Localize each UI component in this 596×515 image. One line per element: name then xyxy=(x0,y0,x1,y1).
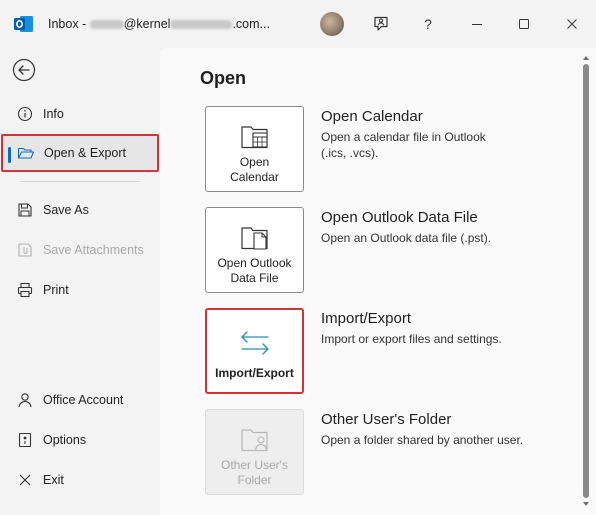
folder-open-icon xyxy=(17,144,35,162)
redacted-domain xyxy=(170,20,233,30)
card-label: Import/Export xyxy=(215,366,294,380)
close-icon xyxy=(567,19,577,29)
sidebar-item-save-attachments: Save Attachments xyxy=(0,231,160,269)
sidebar-item-label: Save Attachments xyxy=(43,243,144,257)
card-label-line1: Open xyxy=(239,155,270,169)
help-button[interactable]: ? xyxy=(416,12,440,36)
maximize-button[interactable] xyxy=(512,12,536,36)
scroll-down-arrow-icon[interactable] xyxy=(582,500,590,508)
window-title: Inbox - @kernel .com... xyxy=(48,17,270,31)
printer-icon xyxy=(16,281,34,299)
data-file-folder-icon xyxy=(240,227,268,250)
import-export-description: Import/Export Import or export files and… xyxy=(321,310,581,347)
import-export-button[interactable]: Import/Export xyxy=(205,308,304,394)
option-desc-line2: (.ics, .vcs). xyxy=(321,146,379,160)
selection-indicator xyxy=(8,147,11,163)
option-desc-line1: Open a calendar file in Outlook xyxy=(321,130,486,144)
calendar-folder-icon xyxy=(240,126,268,149)
sidebar-item-open-export[interactable]: Open & Export xyxy=(1,134,159,172)
vertical-scrollbar[interactable] xyxy=(580,52,592,510)
card-label-line1: Other User's xyxy=(221,458,288,472)
sidebar-item-info[interactable]: Info xyxy=(0,95,160,133)
shared-folder-icon xyxy=(240,429,268,452)
scrollbar-thumb[interactable] xyxy=(583,64,589,498)
title-suffix: .com... xyxy=(232,17,270,31)
card-label: Open Calendar xyxy=(230,155,279,185)
options-icon xyxy=(16,431,34,449)
back-arrow-icon[interactable] xyxy=(12,58,36,82)
option-title: Import/Export xyxy=(321,310,412,327)
sidebar-item-label: Open & Export xyxy=(44,146,126,160)
page-title: Open xyxy=(200,68,247,88)
sidebar-item-label: Office Account xyxy=(43,393,124,407)
sidebar-item-options[interactable]: Options xyxy=(0,421,160,459)
exit-icon xyxy=(16,471,34,489)
title-prefix: Inbox - xyxy=(48,17,90,31)
card-label-line1: Open Outlook xyxy=(217,256,292,270)
save-as-icon xyxy=(16,201,34,219)
option-title: Other User's Folder xyxy=(321,411,452,428)
open-outlook-data-file-button[interactable]: Open Outlook Data File xyxy=(205,207,304,293)
sidebar-item-exit[interactable]: Exit xyxy=(0,461,160,499)
minimize-button[interactable] xyxy=(465,12,489,36)
redacted-username xyxy=(89,20,124,30)
save-attachments-icon xyxy=(16,241,34,259)
outlook-logo-icon xyxy=(14,16,33,32)
feedback-button[interactable] xyxy=(369,12,393,36)
sidebar-item-label: Exit xyxy=(43,473,64,487)
other-users-folder-button: Other User's Folder xyxy=(205,409,304,495)
sidebar-item-print[interactable]: Print xyxy=(0,271,160,309)
scroll-up-arrow-icon[interactable] xyxy=(582,54,590,62)
card-label-line2: Calendar xyxy=(230,170,279,184)
option-desc-line1: Import or export files and settings. xyxy=(321,332,502,346)
title-domain: @kernel xyxy=(123,17,171,31)
card-label-line2: Folder xyxy=(237,473,272,487)
sidebar-item-label: Print xyxy=(43,283,69,297)
sidebar-item-label: Save As xyxy=(43,203,89,217)
open-outlook-data-file-description: Open Outlook Data File Open an Outlook d… xyxy=(321,209,581,246)
option-title: Open Calendar xyxy=(321,108,423,125)
sidebar-item-label: Options xyxy=(43,433,87,447)
info-icon xyxy=(16,105,34,123)
card-label: Other User's Folder xyxy=(221,458,288,488)
option-desc-line1: Open a folder shared by another user. xyxy=(321,433,524,447)
maximize-icon xyxy=(519,19,529,29)
minimize-icon xyxy=(472,24,482,25)
sidebar-divider xyxy=(20,181,140,182)
card-label: Open Outlook Data File xyxy=(217,256,291,286)
sidebar-item-office-account[interactable]: Office Account xyxy=(0,381,160,419)
card-label-line2: Data File xyxy=(230,271,279,285)
backstage-sidebar: Info Open & Export Save As Save Attachme… xyxy=(0,48,160,515)
option-title: Open Outlook Data File xyxy=(321,209,478,226)
import-export-arrows-icon xyxy=(240,331,269,355)
sidebar-item-save-as[interactable]: Save As xyxy=(0,191,160,229)
title-bar: Inbox - @kernel .com... ? xyxy=(0,0,596,48)
sidebar-item-label: Info xyxy=(43,107,64,121)
main-panel: Open Open Calendar Open Calendar Open a … xyxy=(160,48,596,515)
user-avatar[interactable] xyxy=(320,12,344,36)
option-desc-line1: Open an Outlook data file (.pst). xyxy=(321,231,492,245)
feedback-icon xyxy=(374,16,388,31)
person-icon xyxy=(16,391,34,409)
other-users-folder-description: Other User's Folder Open a folder shared… xyxy=(321,411,581,448)
open-calendar-button[interactable]: Open Calendar xyxy=(205,106,304,192)
open-calendar-description: Open Calendar Open a calendar file in Ou… xyxy=(321,108,581,161)
close-button[interactable] xyxy=(560,12,584,36)
